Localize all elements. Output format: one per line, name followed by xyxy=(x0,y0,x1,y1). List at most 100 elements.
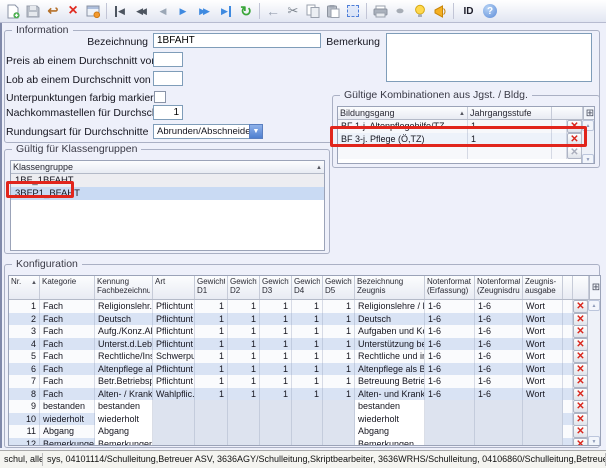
nachkommastellen-input[interactable] xyxy=(153,105,183,120)
cell-nf_druck[interactable] xyxy=(475,438,523,447)
cell-d2[interactable] xyxy=(228,400,260,413)
cell-d1[interactable] xyxy=(195,438,228,447)
scroll-down-icon[interactable]: ▼ xyxy=(588,436,600,446)
cell-nf_erfassung[interactable]: 1-6 xyxy=(425,350,475,363)
cell-d2[interactable]: 1 xyxy=(228,313,260,326)
cell-d1[interactable]: 1 xyxy=(195,338,228,351)
konfig-row[interactable]: 2FachDeutschPflichtunt11111Deutsch1-61-6… xyxy=(9,313,589,326)
delete-row-icon[interactable]: ✕ xyxy=(573,338,588,351)
delete-row-icon[interactable]: ✕ xyxy=(573,325,588,338)
paste-icon[interactable] xyxy=(323,2,343,21)
cell-nf_erfassung[interactable]: 1-6 xyxy=(425,375,475,388)
cell-bezeichnung[interactable]: Unterstützung bei... xyxy=(355,338,425,351)
nav-back-icon[interactable]: ◀ xyxy=(153,2,173,21)
delete-row-icon[interactable]: ✕ xyxy=(573,363,588,376)
cell-kennung[interactable]: Unterst.d.Leb... xyxy=(95,338,153,351)
cell-kategorie[interactable]: Fach xyxy=(40,338,95,351)
cell-d5[interactable]: 1 xyxy=(323,338,355,351)
bemerkung-textarea[interactable] xyxy=(386,33,592,82)
column-header-art[interactable]: Art xyxy=(153,276,195,299)
cell-d3[interactable]: 1 xyxy=(260,300,292,313)
scroll-up-icon[interactable]: ▲ xyxy=(588,300,600,311)
cell-nr[interactable]: 11 xyxy=(9,425,40,438)
cell-d2[interactable] xyxy=(228,413,260,426)
nav-fast-forward-icon[interactable]: ▶▶ xyxy=(193,2,216,21)
cell-nr[interactable]: 6 xyxy=(9,363,40,376)
cell-bezeichnung[interactable]: bestanden xyxy=(355,400,425,413)
cell-nr[interactable]: 8 xyxy=(9,388,40,401)
cell-d1[interactable] xyxy=(195,400,228,413)
cell-d4[interactable]: 1 xyxy=(292,375,323,388)
cell-ausgabe[interactable] xyxy=(523,425,563,438)
cell-ausgabe[interactable] xyxy=(523,400,563,413)
cell-nr[interactable]: 10 xyxy=(9,413,40,426)
cell-kategorie[interactable]: Fach xyxy=(40,350,95,363)
cell-kategorie[interactable]: Fach xyxy=(40,375,95,388)
cell-d3[interactable] xyxy=(260,413,292,426)
cell-ausgabe[interactable]: Wort xyxy=(523,350,563,363)
scroll-down-icon[interactable]: ▼ xyxy=(582,154,594,164)
cell-d5[interactable]: 1 xyxy=(323,300,355,313)
cell-nf_druck[interactable] xyxy=(475,400,523,413)
cell-d3[interactable]: 1 xyxy=(260,363,292,376)
cell-d4[interactable]: 1 xyxy=(292,325,323,338)
id-button[interactable]: ID xyxy=(457,2,480,21)
konfig-row[interactable]: 9bestandenbestandenbestanden✕ xyxy=(9,400,589,413)
delete-row-icon[interactable]: ✕ xyxy=(573,400,588,413)
cell-d2[interactable]: 1 xyxy=(228,350,260,363)
konfig-row[interactable]: 4FachUnterst.d.Leb...Pflichtunt11111Unte… xyxy=(9,338,589,351)
cell-nr[interactable]: 3 xyxy=(9,325,40,338)
cell-d5[interactable]: 1 xyxy=(323,313,355,326)
cell-nf_druck[interactable] xyxy=(475,413,523,426)
nav-fast-back-icon[interactable]: ◀◀ xyxy=(130,2,153,21)
cell-d5[interactable]: 1 xyxy=(323,325,355,338)
column-header-d2[interactable]: Gewicht D2 xyxy=(228,276,260,299)
cell-nf_druck[interactable]: 1-6 xyxy=(475,388,523,401)
konfig-row[interactable]: 3FachAufg./Konz.Al...Pflichtunt11111Aufg… xyxy=(9,325,589,338)
cell-d4[interactable]: 1 xyxy=(292,350,323,363)
cell-art[interactable] xyxy=(153,425,195,438)
column-header-d4[interactable]: Gewicht D4 xyxy=(292,276,323,299)
cell-kennung[interactable]: Abgang xyxy=(95,425,153,438)
delete-row-icon[interactable]: ✕ xyxy=(573,350,588,363)
cell-d5[interactable]: 1 xyxy=(323,388,355,401)
cell-d1[interactable]: 1 xyxy=(195,313,228,326)
delete-row-icon[interactable]: ✕ xyxy=(573,313,588,326)
cell-kennung[interactable]: Deutsch xyxy=(95,313,153,326)
cell-bezeichnung[interactable]: Deutsch xyxy=(355,313,425,326)
cell-d4[interactable] xyxy=(292,413,323,426)
konfig-row[interactable]: 6FachAltenpflege al...Pflichtunt11111Alt… xyxy=(9,363,589,376)
cell-art[interactable] xyxy=(153,413,195,426)
cell-art[interactable]: Pflichtunt xyxy=(153,375,195,388)
column-header-bezeichnung[interactable]: Bezeichnung Zeugnis xyxy=(355,276,425,299)
column-header-jahrgangsstufe[interactable]: Jahrgangsstufe xyxy=(468,107,552,119)
cell-kategorie[interactable]: Fach xyxy=(40,300,95,313)
cell-d2[interactable]: 1 xyxy=(228,388,260,401)
cell-d5[interactable]: 1 xyxy=(323,363,355,376)
cell-nf_erfassung[interactable]: 1-6 xyxy=(425,300,475,313)
unterpunktungen-checkbox[interactable] xyxy=(154,91,166,103)
cell-art[interactable]: Pflichtunt xyxy=(153,338,195,351)
cell-nf_druck[interactable]: 1-6 xyxy=(475,313,523,326)
cell-nf_erfassung[interactable]: 1-6 xyxy=(425,325,475,338)
column-header-d1[interactable]: Gewicht D1 xyxy=(195,276,228,299)
cell-kennung[interactable]: Aufg./Konz.Al... xyxy=(95,325,153,338)
cell-kategorie[interactable]: Abgang xyxy=(40,425,95,438)
cell-nf_erfassung[interactable]: 1-6 xyxy=(425,388,475,401)
delete-record-icon[interactable]: × xyxy=(63,2,83,21)
konfiguration-scrollbar[interactable]: ▲ ▼ xyxy=(587,300,600,446)
cell-d2[interactable]: 1 xyxy=(228,325,260,338)
cell-nf_erfassung[interactable]: 1-6 xyxy=(425,313,475,326)
cell-d3[interactable] xyxy=(260,438,292,447)
cell-d1[interactable] xyxy=(195,413,228,426)
delete-row-icon[interactable]: ✕ xyxy=(573,375,588,388)
nav-forward-icon[interactable]: ▶ xyxy=(173,2,193,21)
cell-d4[interactable] xyxy=(292,438,323,447)
column-chooser-icon[interactable]: ⊞ xyxy=(589,276,601,299)
chevron-down-icon[interactable]: ▼ xyxy=(249,124,263,139)
delete-row-icon[interactable]: ✕ xyxy=(573,438,588,447)
cell-bezeichnung[interactable]: Altenpflege als Be... xyxy=(355,363,425,376)
cell-bezeichnung[interactable]: wiederholt xyxy=(355,413,425,426)
konfig-row[interactable]: 5FachRechtliche/Ins...Schwerpu...11111Re… xyxy=(9,350,589,363)
cell-ausgabe[interactable]: Wort xyxy=(523,363,563,376)
